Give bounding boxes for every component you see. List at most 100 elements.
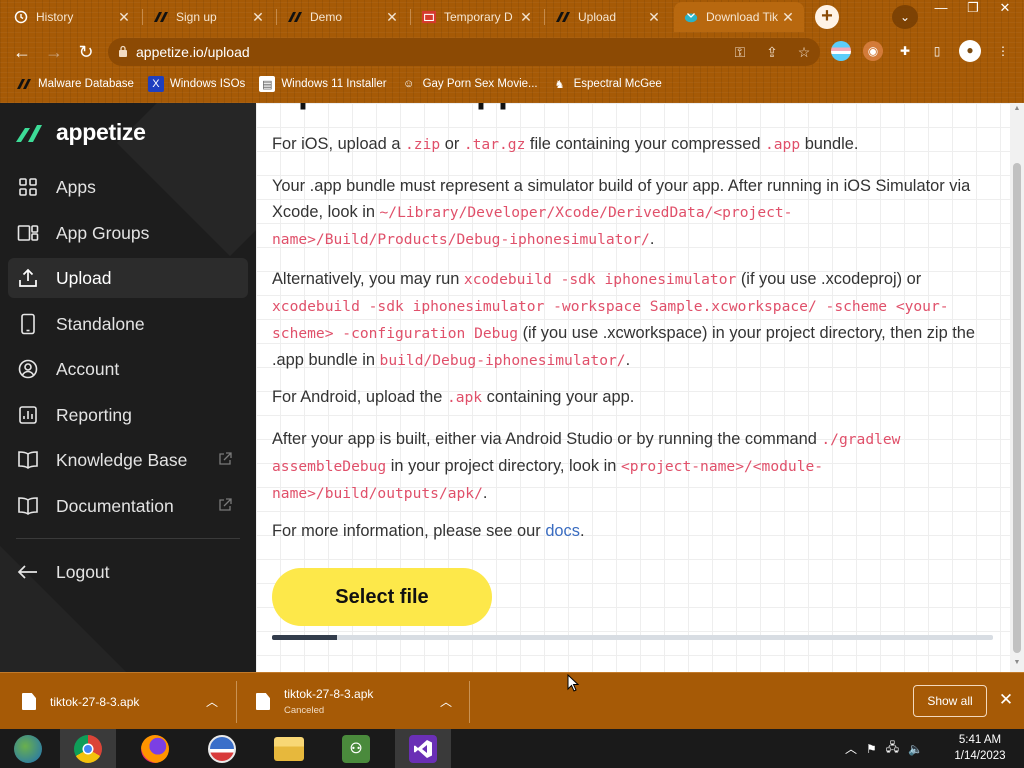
avatar[interactable]: ● xyxy=(959,40,981,62)
close-window-button[interactable]: ✕ xyxy=(990,0,1020,18)
sidebar-item-logout[interactable]: Logout xyxy=(8,552,248,592)
page-scrollbar[interactable]: ▲ ▼ xyxy=(1010,103,1024,672)
reload-button[interactable]: ↻ xyxy=(74,40,98,64)
restore-button[interactable]: ❐ xyxy=(958,0,988,18)
volume-icon[interactable]: 🔈 xyxy=(908,742,923,756)
tab-separator xyxy=(544,9,545,25)
browser-chrome: History ✕ Sign up ✕ Demo ✕ Temporary D ✕ xyxy=(0,0,1024,103)
key-icon[interactable]: ⚿ xyxy=(724,44,756,61)
close-icon[interactable]: ✕ xyxy=(116,9,132,26)
bookmark-malware-database[interactable]: Malware Database xyxy=(16,76,134,92)
bookmark-site-icon: ☺ xyxy=(402,78,415,90)
close-icon[interactable]: ✕ xyxy=(384,9,400,26)
taskbar-chrome[interactable] xyxy=(60,729,116,768)
sidebar-item-documentation[interactable]: Documentation xyxy=(8,486,248,526)
select-file-button[interactable]: Select file xyxy=(272,568,492,626)
scroll-up-arrow-icon[interactable]: ▲ xyxy=(1013,105,1021,112)
text: Alternatively, you may run xyxy=(272,270,464,288)
firefox-icon xyxy=(141,734,169,763)
bookmark-site[interactable]: ☺ Gay Porn Sex Movie... xyxy=(401,76,538,92)
account-icon xyxy=(16,357,40,381)
bookmark-espectral-mcgee[interactable]: ♞ Espectral McGee xyxy=(552,76,662,92)
tab-history[interactable]: History ✕ xyxy=(4,2,140,32)
close-icon[interactable]: ✕ xyxy=(646,9,662,26)
profile-extension-icon[interactable]: ◉ xyxy=(863,41,883,61)
sidebar-item-reporting[interactable]: Reporting xyxy=(8,395,248,435)
code-snippet: build/Debug-iphonesimulator/ xyxy=(379,352,626,369)
chevron-up-icon[interactable]: ︿ xyxy=(206,693,218,710)
puzzle-icon[interactable]: ✚ xyxy=(895,41,915,61)
close-icon[interactable]: ✕ xyxy=(250,9,266,26)
download-text: tiktok-27-8-3.apk xyxy=(50,695,139,709)
taskbar-network[interactable]: ⚇ xyxy=(328,729,384,768)
start-button[interactable] xyxy=(0,729,56,768)
appetize-icon xyxy=(16,76,32,92)
new-tab-button[interactable]: + xyxy=(815,5,839,29)
sidebar-item-label: Account xyxy=(56,358,120,379)
brand-logo[interactable]: appetize xyxy=(16,119,146,146)
sidebar-item-upload[interactable]: Upload xyxy=(8,258,248,298)
forward-button[interactable]: → xyxy=(42,40,66,64)
chevron-up-icon[interactable]: ︿ xyxy=(845,740,857,757)
code-snippet: .tar.gz xyxy=(463,136,526,153)
text: (if you use .xcodeproj) or xyxy=(736,270,922,288)
star-icon[interactable]: ☆ xyxy=(788,44,820,61)
tab-upload[interactable]: Upload ✕ xyxy=(546,2,670,32)
lock-icon xyxy=(118,45,136,60)
file-icon xyxy=(256,693,270,710)
docs-link[interactable]: docs xyxy=(545,522,580,540)
taskbar-firefox[interactable] xyxy=(127,729,183,768)
close-icon[interactable]: ✕ xyxy=(780,9,796,26)
download-filename: tiktok-27-8-3.apk xyxy=(284,687,374,701)
show-all-downloads-button[interactable]: Show all xyxy=(913,685,987,717)
tab-download-tiktok[interactable]: Download Tik ✕ xyxy=(674,2,804,32)
taskbar-file-explorer[interactable] xyxy=(261,729,317,768)
code-snippet: .app xyxy=(764,136,801,153)
taskbar-app[interactable] xyxy=(194,729,250,768)
share-icon[interactable]: ⇪ xyxy=(756,44,788,61)
text: . xyxy=(482,484,488,502)
tab-demo[interactable]: Demo ✕ xyxy=(278,2,408,32)
minimize-button[interactable]: — xyxy=(926,0,956,18)
sidebar-item-knowledge-base[interactable]: Knowledge Base xyxy=(8,440,248,480)
sidebar-item-standalone[interactable]: Standalone xyxy=(8,304,248,344)
extension-flag-icon[interactable] xyxy=(831,41,851,61)
back-button[interactable]: ← xyxy=(10,40,34,64)
tab-strip: History ✕ Sign up ✕ Demo ✕ Temporary D ✕ xyxy=(0,0,1024,34)
text: . xyxy=(625,351,631,369)
bookmarks-bar: Malware Database X Windows ISOs ▤ Window… xyxy=(0,70,1024,98)
taskbar-visual-studio[interactable] xyxy=(395,729,451,768)
arrow-left-icon: ← xyxy=(13,42,31,62)
sidebar-item-apps[interactable]: Apps xyxy=(8,167,248,207)
text: For more information, please see our xyxy=(272,522,546,540)
kebab-menu-icon[interactable]: ⋮ xyxy=(993,41,1013,61)
text: or xyxy=(440,135,464,153)
tab-sign-up[interactable]: Sign up ✕ xyxy=(144,2,274,32)
download-item[interactable]: tiktok-27-8-3.apk ︿ xyxy=(22,673,232,730)
download-item[interactable]: tiktok-27-8-3.apk Canceled ︿ xyxy=(256,673,466,730)
scrollbar-thumb[interactable] xyxy=(1013,163,1021,653)
grid-icon xyxy=(16,175,40,199)
system-clock[interactable]: 5:41 AM 1/14/2023 xyxy=(940,732,1020,764)
address-bar[interactable]: appetize.io/upload ⚿ ⇪ ☆ xyxy=(108,38,820,66)
paragraph-more-info: For more information, please see our doc… xyxy=(272,518,998,544)
side-panel-icon[interactable]: ▯ xyxy=(927,41,947,61)
upload-progress-bar xyxy=(272,635,993,640)
chevron-up-icon[interactable]: ︿ xyxy=(440,693,452,710)
tab-search-button[interactable]: ⌄ xyxy=(892,5,918,29)
close-icon[interactable]: ✕ xyxy=(518,9,534,26)
flag-icon[interactable]: ⚑ xyxy=(866,742,877,756)
book-icon xyxy=(16,448,40,472)
sidebar-item-label: Reporting xyxy=(56,404,132,425)
scroll-down-arrow-icon[interactable]: ▼ xyxy=(1013,659,1021,666)
sidebar-item-account[interactable]: Account xyxy=(8,349,248,389)
bookmark-windows-11-installer[interactable]: ▤ Windows 11 Installer xyxy=(259,76,387,92)
tab-temporary-mail[interactable]: Temporary D ✕ xyxy=(412,2,542,32)
paragraph-gradle: After your app is built, either via Andr… xyxy=(272,426,998,507)
sidebar-item-app-groups[interactable]: App Groups xyxy=(8,213,248,253)
downloads-bar: tiktok-27-8-3.apk ︿ tiktok-27-8-3.apk Ca… xyxy=(0,672,1024,729)
network-icon[interactable]: 🖧 xyxy=(886,738,899,759)
bookmark-windows-isos[interactable]: X Windows ISOs xyxy=(147,76,245,92)
close-icon[interactable]: ✕ xyxy=(996,690,1016,710)
tab-title: Upload xyxy=(578,10,617,24)
